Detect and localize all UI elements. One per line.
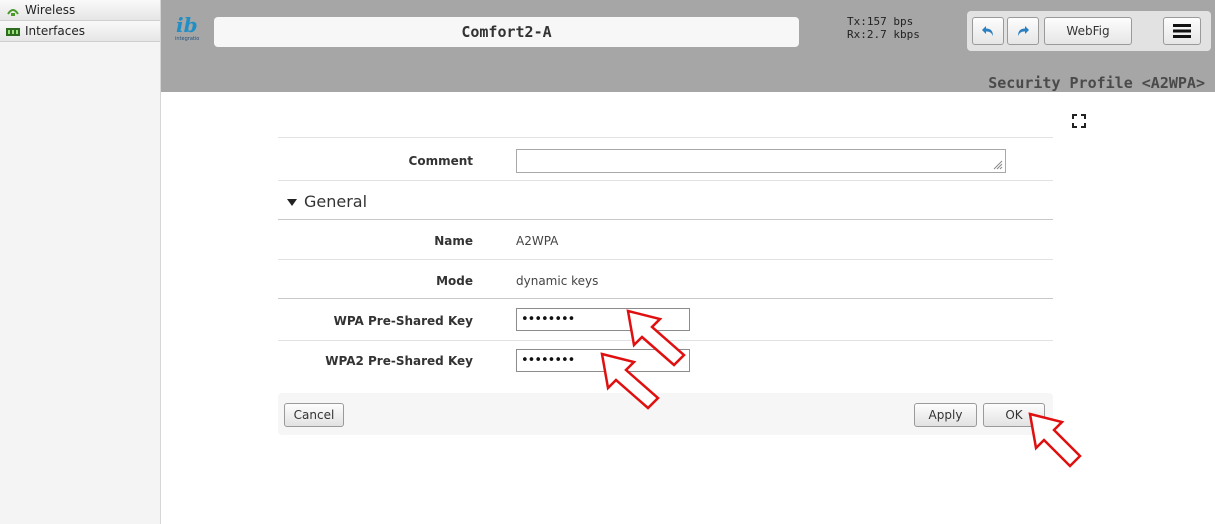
logo: ib integratio [175,12,199,42]
undo-icon [982,26,993,36]
mode-row: Mode dynamic keys [278,259,1053,298]
cancel-button[interactable]: Cancel [284,403,344,427]
sidebar-item-wireless[interactable]: Wireless [0,0,160,21]
sidebar-item-label: Interfaces [25,24,85,38]
comment-row: Comment [278,137,1053,180]
apply-label: Apply [928,408,963,422]
undo-button[interactable] [972,17,1004,45]
hamburger-icon [1173,24,1191,38]
svg-text:ib: ib [176,13,198,37]
ok-label: OK [1005,408,1023,422]
redo-icon [1018,26,1029,36]
sidebar-item-label: Wireless [25,3,76,17]
wpa2-key-label: WPA2 Pre-Shared Key [325,354,473,368]
logo-text: integratio [175,36,199,42]
page-title: Security Profile <A2WPA> [988,74,1205,92]
annotation-arrow-ok [1028,412,1082,468]
resize-handle-icon [993,160,1003,170]
comment-field[interactable] [516,149,1006,173]
mode-label: Mode [436,274,473,288]
cancel-label: Cancel [293,408,335,422]
chevron-down-icon [287,198,297,206]
section-title: General [304,192,368,211]
annotation-arrow-wpa2 [600,352,660,410]
toolbar: WebFig [967,11,1211,51]
general-section[interactable]: General [278,180,1053,219]
tx-rate: Tx:157 bps [847,15,914,28]
name-label: Name [434,234,473,248]
interfaces-icon [6,26,20,36]
fullscreen-icon [1072,114,1086,128]
mode-value: dynamic keys [516,274,599,288]
name-row: Name A2WPA [278,219,1053,259]
traffic-stats: Tx:157 bps Rx:2.7 kbps [847,15,920,41]
rx-rate: Rx:2.7 kbps [847,28,920,41]
sidebar: Wireless Interfaces [0,0,161,524]
top-bar: ib integratio Comfort2-A Tx:157 bps Rx:2… [161,0,1215,92]
webfig-button[interactable]: WebFig [1044,17,1132,45]
wpa-key-label: WPA Pre-Shared Key [333,314,473,328]
webfig-label: WebFig [1066,24,1110,38]
name-value: A2WPA [516,234,559,248]
device-title: Comfort2-A [214,17,799,47]
wireless-icon [6,5,20,16]
fullscreen-button[interactable] [1068,110,1090,132]
device-title-text: Comfort2-A [461,23,552,41]
sidebar-item-interfaces[interactable]: Interfaces [0,21,160,42]
redo-button[interactable] [1007,17,1039,45]
apply-button[interactable]: Apply [914,403,977,427]
menu-button[interactable] [1163,17,1201,45]
comment-label: Comment [408,154,473,168]
